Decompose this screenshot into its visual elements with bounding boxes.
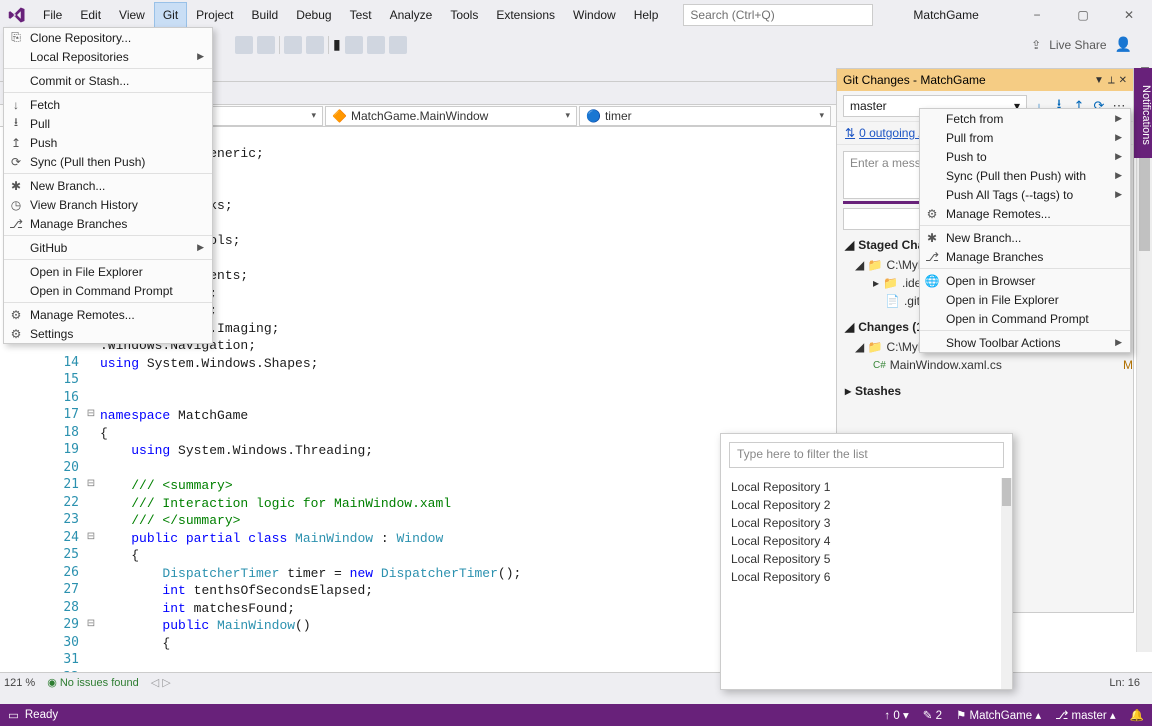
menu-window[interactable]: Window [564, 2, 625, 28]
toolbar-icon[interactable] [389, 36, 407, 54]
panel-close-icon[interactable]: ✕ [1119, 75, 1127, 86]
live-share-icon[interactable]: ⇪ [1031, 38, 1041, 52]
repo-item[interactable]: Local Repository 1 [731, 480, 1002, 498]
ctx-item[interactable]: Open in Command Prompt [920, 309, 1130, 328]
ctx-item[interactable]: ⚙Manage Remotes... [920, 204, 1130, 223]
branch-status[interactable]: ⎇ master ▴ [1055, 708, 1116, 722]
menu-view[interactable]: View [110, 2, 154, 28]
tree-file[interactable]: C# MainWindow.xaml.csM [855, 356, 1133, 374]
menu-build[interactable]: Build [243, 2, 288, 28]
statusbar: ▭ Ready ↑ 0 ▾ ✎ 2 ⚑ MatchGame ▴ ⎇ master… [0, 704, 1152, 726]
menu-project[interactable]: Project [187, 2, 242, 28]
toolbar-icon[interactable] [345, 36, 363, 54]
repo-item[interactable]: Local Repository 6 [731, 570, 1002, 588]
stashes-header[interactable]: ▸ Stashes [837, 380, 1133, 402]
ctx-item[interactable]: 🌐Open in Browser [920, 271, 1130, 290]
menu-item[interactable]: ⚙Manage Remotes... [4, 305, 212, 324]
menu-analyze[interactable]: Analyze [381, 2, 442, 28]
git-actions-context-menu: Fetch from▶Pull from▶Push to▶Sync (Pull … [919, 108, 1131, 353]
menu-item[interactable]: Local Repositories▶ [4, 47, 212, 66]
ctx-item[interactable]: ⎇Manage Branches [920, 247, 1130, 266]
ctx-item[interactable]: Sync (Pull then Push) with▶ [920, 166, 1130, 185]
menu-item[interactable]: ◷View Branch History [4, 195, 212, 214]
toolbar-icon[interactable] [284, 36, 302, 54]
repo-filter-input[interactable]: Type here to filter the list [729, 442, 1004, 468]
live-share-label[interactable]: Live Share [1049, 38, 1106, 52]
close-button[interactable]: ✕ [1106, 0, 1152, 30]
ctx-item[interactable]: Pull from▶ [920, 128, 1130, 147]
ctx-item[interactable]: Fetch from▶ [920, 109, 1130, 128]
menu-item[interactable]: Open in File Explorer [4, 262, 212, 281]
menu-tools[interactable]: Tools [441, 2, 487, 28]
repo-item[interactable]: Local Repository 4 [731, 534, 1002, 552]
menu-test[interactable]: Test [341, 2, 381, 28]
ctx-item[interactable]: Push All Tags (--tags) to▶ [920, 185, 1130, 204]
toolbar-icon[interactable] [306, 36, 324, 54]
local-repos-popup: Type here to filter the list Local Repos… [720, 433, 1013, 690]
profile-icon[interactable]: 👤 [1115, 36, 1132, 53]
repo-item[interactable]: Local Repository 5 [731, 552, 1002, 570]
menu-help[interactable]: Help [625, 2, 668, 28]
toolbar-icon[interactable] [367, 36, 385, 54]
maximize-button[interactable]: ▢ [1060, 0, 1106, 30]
repo-item[interactable]: Local Repository 2 [731, 498, 1002, 516]
menu-git[interactable]: Git [154, 2, 187, 28]
menubar: FileEditViewGitProjectBuildDebugTestAnal… [34, 2, 667, 28]
repo-item[interactable]: Local Repository 3 [731, 516, 1002, 534]
menu-item[interactable]: Commit or Stash... [4, 71, 212, 90]
notifications-icon[interactable]: 🔔 [1130, 708, 1144, 722]
ctx-item[interactable]: ✱New Branch... [920, 228, 1130, 247]
window-controls: − ▢ ✕ [1014, 0, 1152, 30]
repo-scrollbar[interactable] [1001, 478, 1012, 689]
menu-item[interactable]: ⎇Manage Branches [4, 214, 212, 233]
breadcrumb-member[interactable]: 🔵 timer▾ [579, 106, 831, 126]
vs-logo [0, 0, 34, 30]
zoom-level[interactable]: 121 % [4, 677, 35, 689]
output-icon[interactable]: ▭ [8, 708, 19, 722]
menu-item[interactable]: ✱New Branch... [4, 176, 212, 195]
menu-extensions[interactable]: Extensions [487, 2, 564, 28]
menu-item[interactable]: ⎘Clone Repository... [4, 28, 212, 47]
search-box[interactable]: Search (Ctrl+Q) [683, 4, 873, 26]
panel-dropdown-icon[interactable]: ▼ [1094, 75, 1104, 86]
titlebar: FileEditViewGitProjectBuildDebugTestAnal… [0, 0, 1152, 30]
ctx-item[interactable]: Open in File Explorer [920, 290, 1130, 309]
menu-item[interactable]: Open in Command Prompt [4, 281, 212, 300]
menu-item[interactable]: ⟳Sync (Pull then Push) [4, 152, 212, 171]
issues-indicator[interactable]: ◉ No issues found [47, 676, 139, 689]
bookmark-icon[interactable]: ▮ [333, 36, 341, 54]
breadcrumb-namespace[interactable]: 🔶 MatchGame.MainWindow▾ [325, 106, 577, 126]
menu-debug[interactable]: Debug [287, 2, 340, 28]
status-ready: Ready [25, 709, 58, 721]
toolbar-icon[interactable] [235, 36, 253, 54]
git-panel-title: Git Changes - MatchGame ▼⟂✕ [837, 69, 1133, 91]
line-indicator: Ln: 16 [1109, 677, 1140, 689]
git-menu-dropdown: ⎘Clone Repository...Local Repositories▶ C… [3, 27, 213, 344]
minimize-button[interactable]: − [1014, 0, 1060, 30]
ctx-item[interactable]: Show Toolbar Actions▶ [920, 333, 1130, 352]
menu-item[interactable]: GitHub▶ [4, 238, 212, 257]
project-title: MatchGame [913, 8, 978, 22]
sync-status[interactable]: ↑ 0 ▾ [884, 708, 908, 722]
panel-pin-icon[interactable]: ⟂ [1108, 75, 1115, 86]
changes-status[interactable]: ✎ 2 [923, 708, 942, 722]
menu-item[interactable]: ⭳Pull [4, 114, 212, 133]
editor-scrollbar-v[interactable] [1136, 127, 1152, 652]
menu-item[interactable]: ↓Fetch [4, 95, 212, 114]
project-status[interactable]: ⚑ MatchGame ▴ [956, 708, 1041, 722]
toolbar-icon[interactable] [257, 36, 275, 54]
menu-file[interactable]: File [34, 2, 71, 28]
menu-item[interactable]: ⚙Settings [4, 324, 212, 343]
toolbar-icons: ▮ [235, 36, 407, 54]
menu-edit[interactable]: Edit [71, 2, 110, 28]
menu-item[interactable]: ↥Push [4, 133, 212, 152]
notifications-tab[interactable]: Notifications [1134, 68, 1152, 158]
ctx-item[interactable]: Push to▶ [920, 147, 1130, 166]
